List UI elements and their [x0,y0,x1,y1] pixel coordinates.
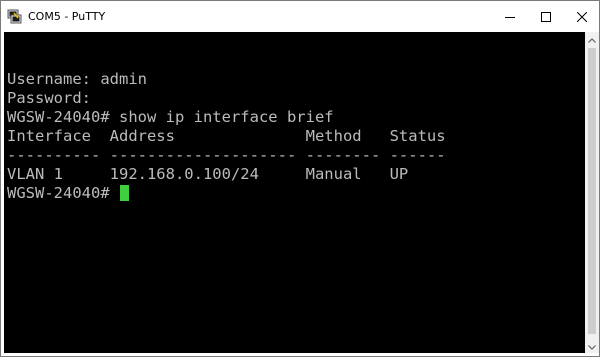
command-prompt: WGSW-24040# [7,184,119,202]
terminal-line: VLAN 1 192.168.0.100/24 Manual UP [7,165,409,183]
close-button[interactable] [563,1,600,32]
terminal-line: Password: [7,89,91,107]
putty-icon[interactable] [7,9,22,24]
scroll-down-button[interactable] [585,339,599,353]
scroll-thumb[interactable] [588,48,596,334]
title-bar[interactable]: COM5 - PuTTY [1,1,599,32]
terminal-screen[interactable]: Username: admin Password: WGSW-24040# show… [4,32,585,353]
maximize-icon [541,11,551,22]
text-cursor [119,185,129,201]
vertical-scrollbar[interactable] [585,32,599,353]
chevron-down-icon [588,337,596,355]
putty-window: COM5 - PuTTY Username: admin Password: WGS… [0,0,600,357]
prompt-line[interactable]: WGSW-24040# [7,184,446,203]
close-icon [577,11,587,22]
window-title: COM5 - PuTTY [28,10,106,23]
terminal-line: WGSW-24040# show ip interface brief [7,108,334,126]
maximize-button[interactable] [527,1,565,32]
terminal-output: Username: admin Password: WGSW-24040# show… [7,70,446,203]
terminal-line: ---------- -------------------- --------… [7,146,446,164]
scroll-up-button[interactable] [585,32,599,46]
minimize-icon [505,12,515,22]
terminal-line: Username: admin [7,70,147,88]
chevron-up-icon [588,30,596,48]
minimize-button[interactable] [491,1,529,32]
terminal-line: Interface Address Method Status [7,127,446,145]
